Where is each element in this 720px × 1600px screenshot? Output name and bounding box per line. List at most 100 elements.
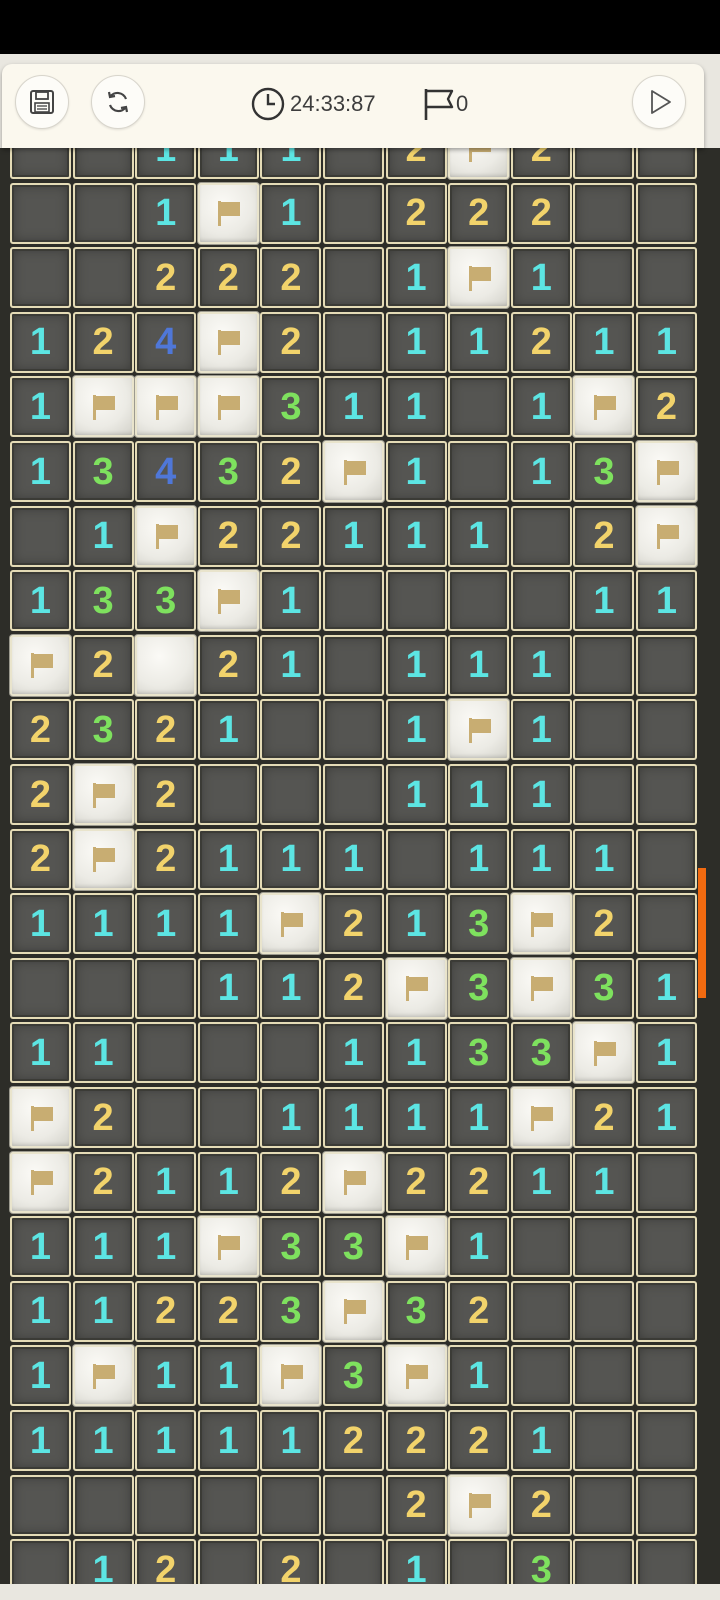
number-cell[interactable]: 1 xyxy=(448,764,510,825)
flagged-cell[interactable] xyxy=(197,376,259,438)
empty-cell[interactable] xyxy=(323,1539,384,1588)
number-cell[interactable]: 1 xyxy=(573,311,635,373)
flagged-cell[interactable] xyxy=(573,376,635,438)
number-cell[interactable]: 1 xyxy=(197,893,259,955)
number-cell[interactable]: 1 xyxy=(510,699,572,761)
number-cell[interactable]: 2 xyxy=(260,441,322,502)
number-cell[interactable]: 1 xyxy=(10,1410,71,1471)
number-cell[interactable]: 1 xyxy=(448,1216,510,1278)
empty-cell[interactable] xyxy=(573,1216,635,1278)
empty-cell[interactable] xyxy=(72,957,134,1019)
number-cell[interactable]: 1 xyxy=(573,1151,635,1213)
number-cell[interactable]: 2 xyxy=(323,957,384,1019)
flagged-cell[interactable] xyxy=(72,376,134,438)
number-cell[interactable]: 1 xyxy=(135,893,197,955)
number-cell[interactable]: 1 xyxy=(385,1087,447,1148)
number-cell[interactable]: 1 xyxy=(260,1087,322,1148)
number-cell[interactable]: 3 xyxy=(573,441,635,502)
number-cell[interactable]: 2 xyxy=(135,828,197,890)
number-cell[interactable]: 1 xyxy=(197,1345,259,1407)
flagged-cell[interactable] xyxy=(323,1151,384,1213)
empty-cell[interactable] xyxy=(10,1474,71,1536)
empty-cell[interactable] xyxy=(385,570,447,632)
number-cell[interactable]: 1 xyxy=(323,828,384,890)
number-cell[interactable]: 1 xyxy=(510,376,572,438)
empty-cell[interactable] xyxy=(636,247,697,309)
restart-button[interactable] xyxy=(91,75,145,129)
flagged-cell[interactable] xyxy=(260,893,322,955)
number-cell[interactable]: 1 xyxy=(135,1410,197,1471)
number-cell[interactable]: 1 xyxy=(72,1216,134,1278)
flagged-cell[interactable] xyxy=(10,1151,71,1213)
number-cell[interactable]: 1 xyxy=(385,634,447,696)
number-cell[interactable]: 2 xyxy=(72,1087,134,1148)
number-cell[interactable]: 3 xyxy=(448,957,510,1019)
number-cell[interactable]: 1 xyxy=(197,699,259,761)
number-cell[interactable]: 3 xyxy=(260,1216,322,1278)
number-cell[interactable]: 2 xyxy=(135,1539,197,1588)
empty-cell[interactable] xyxy=(323,1474,384,1536)
number-cell[interactable]: 1 xyxy=(197,1151,259,1213)
flagged-cell[interactable] xyxy=(135,505,197,567)
number-cell[interactable]: 1 xyxy=(260,957,322,1019)
number-cell[interactable]: 3 xyxy=(323,1216,384,1278)
number-cell[interactable]: 1 xyxy=(385,247,447,309)
number-cell[interactable]: 2 xyxy=(197,1280,259,1342)
number-cell[interactable]: 3 xyxy=(260,376,322,438)
number-cell[interactable]: 1 xyxy=(636,570,697,632)
empty-cell[interactable] xyxy=(510,570,572,632)
empty-cell[interactable] xyxy=(135,1022,197,1084)
number-cell[interactable]: 1 xyxy=(323,505,384,567)
empty-cell[interactable] xyxy=(448,441,510,502)
empty-cell[interactable] xyxy=(260,1022,322,1084)
number-cell[interactable]: 2 xyxy=(135,699,197,761)
number-cell[interactable]: 2 xyxy=(448,1410,510,1471)
number-cell[interactable]: 2 xyxy=(135,1280,197,1342)
number-cell[interactable]: 2 xyxy=(573,1087,635,1148)
empty-cell[interactable] xyxy=(323,247,384,309)
number-cell[interactable]: 1 xyxy=(260,570,322,632)
number-cell[interactable]: 2 xyxy=(510,1474,572,1536)
flagged-cell[interactable] xyxy=(573,1022,635,1084)
number-cell[interactable]: 1 xyxy=(636,1087,697,1148)
empty-cell[interactable] xyxy=(510,1280,572,1342)
number-cell[interactable]: 3 xyxy=(448,1022,510,1084)
empty-cell[interactable] xyxy=(260,699,322,761)
number-cell[interactable]: 1 xyxy=(510,764,572,825)
empty-cell[interactable] xyxy=(135,1474,197,1536)
number-cell[interactable]: 2 xyxy=(385,1410,447,1471)
empty-cell[interactable] xyxy=(636,1280,697,1342)
empty-cell[interactable] xyxy=(448,570,510,632)
empty-cell[interactable] xyxy=(260,1474,322,1536)
flagged-cell[interactable] xyxy=(72,828,134,890)
side-scroll-tab[interactable] xyxy=(698,868,706,998)
number-cell[interactable]: 1 xyxy=(636,1022,697,1084)
number-cell[interactable]: 1 xyxy=(385,1539,447,1588)
minesweeper-board[interactable]: 1112211222222111242112111311121343211312… xyxy=(0,148,720,1588)
number-cell[interactable]: 1 xyxy=(10,311,71,373)
number-cell[interactable]: 1 xyxy=(260,828,322,890)
empty-cell[interactable] xyxy=(10,1539,71,1588)
number-cell[interactable]: 1 xyxy=(323,1087,384,1148)
empty-cell[interactable] xyxy=(636,182,697,244)
empty-cell[interactable] xyxy=(10,247,71,309)
number-cell[interactable]: 1 xyxy=(448,828,510,890)
empty-cell[interactable] xyxy=(448,1539,510,1588)
flagged-cell[interactable] xyxy=(197,1216,259,1278)
number-cell[interactable]: 3 xyxy=(510,1539,572,1588)
empty-cell[interactable] xyxy=(636,1474,697,1536)
empty-cell[interactable] xyxy=(72,182,134,244)
empty-cell[interactable] xyxy=(636,1410,697,1471)
empty-cell[interactable] xyxy=(323,570,384,632)
flagged-cell[interactable] xyxy=(448,247,510,309)
number-cell[interactable]: 1 xyxy=(135,182,197,244)
flagged-cell[interactable] xyxy=(510,957,572,1019)
number-cell[interactable]: 3 xyxy=(385,1280,447,1342)
covered-cell[interactable] xyxy=(135,634,197,696)
number-cell[interactable]: 2 xyxy=(135,247,197,309)
empty-cell[interactable] xyxy=(323,182,384,244)
number-cell[interactable]: 1 xyxy=(10,1345,71,1407)
empty-cell[interactable] xyxy=(323,311,384,373)
flagged-cell[interactable] xyxy=(10,634,71,696)
number-cell[interactable]: 1 xyxy=(135,148,197,179)
